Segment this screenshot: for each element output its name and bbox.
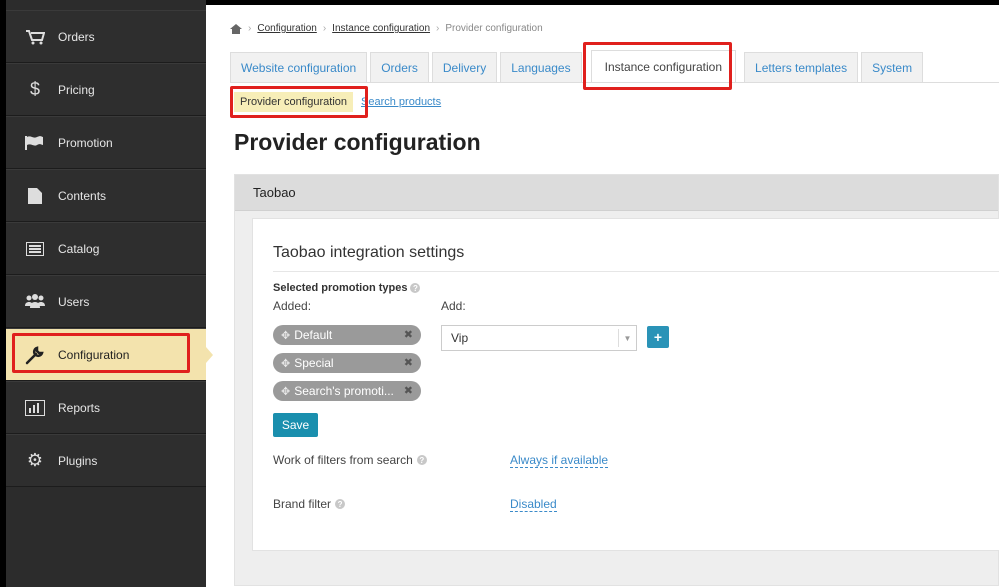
gear-icon: ⚙ bbox=[26, 450, 44, 470]
sidebar-item-label: Orders bbox=[58, 29, 95, 44]
chevron-down-icon[interactable]: ▼ bbox=[618, 329, 636, 347]
select-value: Vip bbox=[451, 331, 469, 345]
panel-header: Taobao bbox=[235, 175, 998, 211]
promotion-types-text: Selected promotion types bbox=[273, 282, 408, 294]
wrench-icon bbox=[24, 344, 46, 366]
dollar-icon: $ bbox=[29, 79, 40, 99]
brand-filter-value-link[interactable]: Disabled bbox=[510, 497, 557, 512]
subtab-search-products[interactable]: Search products bbox=[361, 96, 441, 108]
brand-filter-label: Brand filter ? bbox=[273, 497, 346, 511]
sidebar-item-users[interactable]: Users bbox=[6, 275, 206, 328]
sidebar-item-label: Pricing bbox=[58, 82, 95, 97]
tabs: Website configuration Orders Delivery La… bbox=[230, 50, 926, 82]
breadcrumb: › Configuration › Instance configuration… bbox=[230, 23, 543, 34]
remove-icon[interactable]: ✖ bbox=[404, 328, 413, 341]
sidebar-item-label: Configuration bbox=[58, 347, 130, 362]
promotion-chip[interactable]: ✥ Search's promoti... ✖ bbox=[273, 381, 421, 401]
promotion-chip[interactable]: ✥ Special ✖ bbox=[273, 353, 421, 373]
promotion-select[interactable]: Vip ▼ bbox=[441, 325, 637, 351]
help-icon[interactable]: ? bbox=[335, 499, 346, 509]
sidebar-item-label: Contents bbox=[58, 188, 107, 203]
sidebar-item-configuration[interactable]: Configuration bbox=[6, 328, 213, 381]
brand-filter-label-text: Brand filter bbox=[273, 497, 332, 511]
sidebar-item-reports[interactable]: Reports bbox=[6, 381, 206, 434]
sidebar-item-pricing[interactable]: $ Pricing bbox=[6, 63, 206, 116]
tab-website-configuration[interactable]: Website configuration bbox=[230, 52, 368, 82]
added-label: Added: bbox=[273, 299, 312, 313]
section-title: Taobao integration settings bbox=[273, 244, 465, 261]
help-icon[interactable]: ? bbox=[410, 283, 421, 293]
tab-delivery[interactable]: Delivery bbox=[431, 52, 498, 82]
drag-handle-icon[interactable]: ✥ bbox=[281, 357, 290, 370]
add-label: Add: bbox=[441, 299, 466, 313]
breadcrumb-current: Provider configuration bbox=[445, 23, 543, 34]
breadcrumb-separator: › bbox=[248, 23, 252, 34]
chip-label: Search's promoti... bbox=[294, 384, 394, 398]
promotion-types-label: Selected promotion types ? bbox=[273, 282, 421, 294]
sidebar: Orders $ Pricing Promotion Contents Cata… bbox=[0, 0, 213, 587]
section-divider bbox=[273, 271, 999, 272]
tab-letters-templates[interactable]: Letters templates bbox=[744, 52, 859, 82]
drag-handle-icon[interactable]: ✥ bbox=[281, 385, 290, 398]
sidebar-item-orders[interactable]: Orders bbox=[6, 10, 206, 63]
filters-value-link[interactable]: Always if available bbox=[510, 453, 609, 468]
tab-orders[interactable]: Orders bbox=[370, 52, 429, 82]
main-content: › Configuration › Instance configuration… bbox=[206, 0, 999, 587]
document-icon bbox=[24, 185, 46, 207]
sidebar-item-contents[interactable]: Contents bbox=[6, 169, 206, 222]
provider-panel: Taobao Taobao integration settings Selec… bbox=[234, 174, 999, 586]
settings-box: Taobao integration settings Selected pro… bbox=[252, 218, 999, 551]
save-button[interactable]: Save bbox=[273, 413, 318, 437]
tab-languages[interactable]: Languages bbox=[500, 52, 582, 82]
flag-icon bbox=[24, 132, 46, 154]
promotion-chip[interactable]: ✥ Default ✖ bbox=[273, 325, 421, 345]
filters-label-text: Work of filters from search bbox=[273, 453, 413, 467]
chart-icon bbox=[24, 397, 46, 419]
sidebar-item-label: Reports bbox=[58, 400, 101, 415]
sidebar-item-promotion[interactable]: Promotion bbox=[6, 116, 206, 169]
chip-label: Default bbox=[294, 328, 333, 342]
sidebar-item-label: Users bbox=[58, 294, 90, 309]
breadcrumb-configuration[interactable]: Configuration bbox=[257, 23, 316, 34]
cart-icon bbox=[24, 26, 46, 48]
tabs-divider bbox=[230, 82, 999, 83]
remove-icon[interactable]: ✖ bbox=[404, 356, 413, 369]
sidebar-item-label: Catalog bbox=[58, 241, 100, 256]
subtabs: Provider configuration Search products bbox=[234, 92, 441, 112]
help-icon[interactable]: ? bbox=[416, 455, 427, 465]
filters-label: Work of filters from search ? bbox=[273, 453, 427, 467]
list-icon bbox=[24, 238, 46, 260]
page-title: Provider configuration bbox=[234, 129, 481, 155]
tab-system[interactable]: System bbox=[861, 52, 924, 82]
drag-handle-icon[interactable]: ✥ bbox=[281, 329, 290, 342]
home-icon[interactable] bbox=[230, 23, 242, 34]
breadcrumb-separator: › bbox=[436, 23, 440, 34]
add-promotion-button[interactable]: + bbox=[647, 326, 669, 348]
breadcrumb-instance-configuration[interactable]: Instance configuration bbox=[332, 23, 430, 34]
remove-icon[interactable]: ✖ bbox=[404, 384, 413, 397]
chip-label: Special bbox=[294, 356, 334, 370]
sidebar-item-catalog[interactable]: Catalog bbox=[6, 222, 206, 275]
users-icon bbox=[24, 291, 46, 313]
subtab-provider-configuration[interactable]: Provider configuration bbox=[234, 92, 354, 112]
sidebar-item-plugins[interactable]: ⚙ Plugins bbox=[6, 434, 206, 487]
tab-instance-configuration[interactable]: Instance configuration bbox=[590, 50, 737, 82]
sidebar-item-label: Promotion bbox=[58, 135, 113, 150]
breadcrumb-separator: › bbox=[322, 23, 327, 34]
sidebar-item-label: Plugins bbox=[58, 453, 98, 468]
